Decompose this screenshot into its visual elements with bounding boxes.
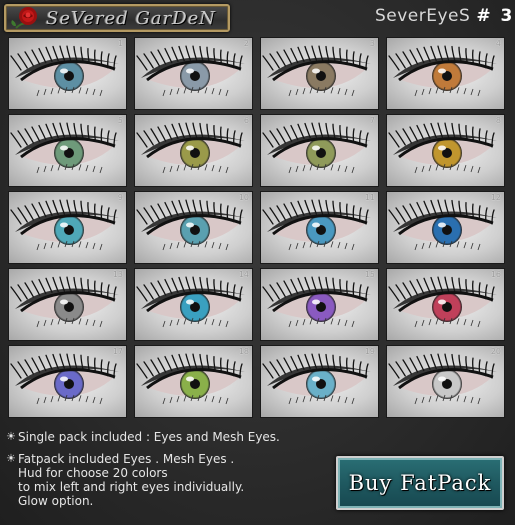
- eye-icon: [10, 276, 119, 328]
- eye-icon: [10, 199, 119, 251]
- swatch-number: 10: [238, 193, 249, 202]
- brand-logo[interactable]: SeVered GarDeN: [4, 4, 230, 32]
- eye-icon: [388, 45, 497, 97]
- product-title: SeverEyeS # 3: [375, 6, 514, 26]
- product-ad-panel: SeVered GarDeN SeverEyeS # 3 1 2 3 4 5 6 7 8 9 10 1…: [0, 0, 515, 525]
- note-fatpack: ☀ Fatpack included Eyes . Mesh Eyes . Hu…: [6, 452, 336, 508]
- eye-swatch-15[interactable]: 15: [260, 268, 379, 341]
- eye-icon: [388, 122, 497, 174]
- note-line: Fatpack included Eyes . Mesh Eyes .: [18, 452, 235, 466]
- bullet-icon: ☀: [6, 452, 16, 465]
- swatch-number: 11: [364, 193, 375, 202]
- swatch-number: 6: [243, 116, 249, 125]
- eye-swatch-11[interactable]: 11: [260, 191, 379, 264]
- eye-icon: [262, 276, 371, 328]
- rose-icon: [11, 7, 37, 29]
- eye-swatch-18[interactable]: 18: [134, 345, 253, 418]
- swatch-number: 17: [112, 347, 123, 356]
- swatch-number: 4: [495, 39, 501, 48]
- eye-color-grid: 1 2 3 4 5 6 7 8 9 10 11 12 13 14 15 16 17 18 19 20: [8, 37, 508, 422]
- eye-swatch-8[interactable]: 8: [386, 114, 505, 187]
- eye-swatch-17[interactable]: 17: [8, 345, 127, 418]
- swatch-number: 8: [495, 116, 501, 125]
- note-line: Single pack included : Eyes and Mesh Eye…: [18, 430, 280, 444]
- eye-icon: [262, 45, 371, 97]
- swatch-number: 5: [117, 116, 123, 125]
- brand-name: SeVered GarDeN: [46, 8, 217, 29]
- eye-swatch-2[interactable]: 2: [134, 37, 253, 110]
- eye-icon: [262, 353, 371, 405]
- package-notes: ☀ Single pack included : Eyes and Mesh E…: [6, 430, 336, 508]
- eye-icon: [262, 122, 371, 174]
- note-single-pack: ☀ Single pack included : Eyes and Mesh E…: [6, 430, 336, 444]
- header: SeVered GarDeN SeverEyeS # 3: [0, 0, 515, 36]
- eye-swatch-1[interactable]: 1: [8, 37, 127, 110]
- eye-swatch-12[interactable]: 12: [386, 191, 505, 264]
- swatch-number: 7: [369, 116, 375, 125]
- eye-icon: [10, 122, 119, 174]
- eye-icon: [136, 276, 245, 328]
- eye-swatch-5[interactable]: 5: [8, 114, 127, 187]
- product-number: # 3: [476, 6, 515, 26]
- eye-icon: [10, 353, 119, 405]
- swatch-number: 12: [490, 193, 501, 202]
- eye-swatch-14[interactable]: 14: [134, 268, 253, 341]
- swatch-number: 18: [238, 347, 249, 356]
- eye-swatch-9[interactable]: 9: [8, 191, 127, 264]
- swatch-number: 16: [490, 270, 501, 279]
- eye-swatch-3[interactable]: 3: [260, 37, 379, 110]
- note-line: Glow option.: [18, 494, 94, 508]
- eye-swatch-7[interactable]: 7: [260, 114, 379, 187]
- eye-icon: [136, 199, 245, 251]
- eye-swatch-13[interactable]: 13: [8, 268, 127, 341]
- eye-icon: [388, 353, 497, 405]
- eye-icon: [262, 199, 371, 251]
- eye-icon: [388, 276, 497, 328]
- product-name: SeverEyeS: [375, 6, 471, 26]
- swatch-number: 2: [243, 39, 249, 48]
- swatch-number: 9: [117, 193, 123, 202]
- eye-swatch-16[interactable]: 16: [386, 268, 505, 341]
- eye-swatch-6[interactable]: 6: [134, 114, 253, 187]
- eye-icon: [136, 353, 245, 405]
- note-line: to mix left and right eyes individually.: [18, 480, 245, 494]
- eye-icon: [136, 122, 245, 174]
- swatch-number: 3: [369, 39, 375, 48]
- note-line: Hud for choose 20 colors: [18, 466, 168, 480]
- eye-icon: [136, 45, 245, 97]
- eye-swatch-19[interactable]: 19: [260, 345, 379, 418]
- eye-icon: [10, 45, 119, 97]
- bullet-icon: ☀: [6, 430, 16, 443]
- eye-icon: [388, 199, 497, 251]
- eye-swatch-20[interactable]: 20: [386, 345, 505, 418]
- buy-fatpack-button[interactable]: Buy FatPack: [336, 456, 504, 510]
- swatch-number: 20: [490, 347, 501, 356]
- swatch-number: 1: [117, 39, 123, 48]
- swatch-number: 14: [238, 270, 249, 279]
- swatch-number: 15: [364, 270, 375, 279]
- swatch-number: 19: [364, 347, 375, 356]
- eye-swatch-4[interactable]: 4: [386, 37, 505, 110]
- swatch-number: 13: [112, 270, 123, 279]
- eye-swatch-10[interactable]: 10: [134, 191, 253, 264]
